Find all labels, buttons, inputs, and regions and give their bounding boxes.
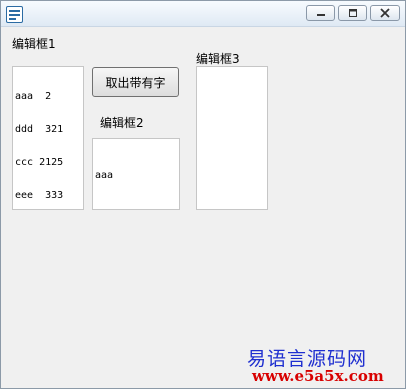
maximize-icon (348, 9, 357, 17)
app-window: 编辑框1 编辑框2 编辑框3 aaa 2 ddd 321 ccc 2125 ee… (0, 0, 406, 389)
app-icon[interactable] (6, 6, 23, 23)
minimize-button[interactable] (306, 5, 335, 21)
close-icon (380, 8, 390, 18)
maximize-button[interactable] (338, 5, 367, 21)
extract-button[interactable]: 取出带有字 (92, 67, 179, 97)
edit1-label: 编辑框1 (12, 37, 56, 51)
edit1-line: aaa 2 (15, 91, 52, 102)
edit1-line: ccc 2125 (15, 157, 64, 168)
edit2-text: aaa (95, 170, 114, 181)
minimize-icon (316, 14, 325, 16)
edit2-label: 编辑框2 (100, 116, 144, 130)
edit1-line: eee 333 (15, 190, 64, 201)
edit-box-2[interactable]: aaa (92, 138, 180, 210)
title-bar[interactable] (1, 1, 405, 27)
edit1-line: ddd 321 (15, 124, 64, 135)
edit-box-3[interactable] (196, 66, 268, 210)
edit-box-1[interactable]: aaa 2 ddd 321 ccc 2125 eee 333 (12, 66, 84, 210)
close-button[interactable] (370, 5, 400, 21)
edit3-label: 编辑框3 (196, 52, 240, 66)
watermark-url: www.e5a5x.com (252, 367, 384, 385)
